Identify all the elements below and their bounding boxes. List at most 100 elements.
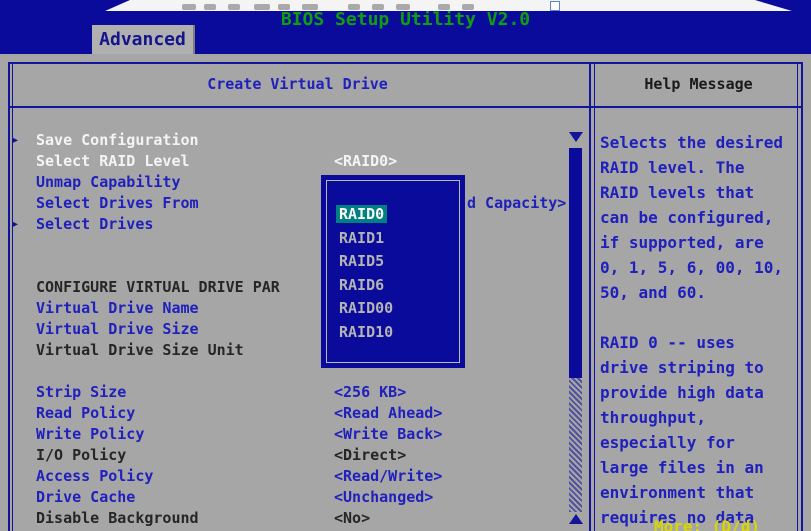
toolbar-button-icon[interactable] bbox=[182, 4, 196, 10]
menu-item-label: Select RAID Level bbox=[36, 151, 190, 172]
help-text-line: large files in an bbox=[600, 455, 800, 480]
menu-item-value: <Write Back> bbox=[334, 424, 442, 445]
help-text-line: if supported, are bbox=[600, 230, 800, 255]
menu-item-drive-cache[interactable]: Drive Cache <Unchanged> bbox=[0, 487, 566, 508]
toolbar-button-icon[interactable] bbox=[396, 4, 410, 10]
help-text-line: can be configured, bbox=[600, 205, 800, 230]
tab-advanced[interactable]: Advanced bbox=[92, 25, 195, 54]
raid-level-options: RAID0 RAID1 RAID5 RAID6 RAID00 RAID10 bbox=[339, 203, 393, 344]
raid-level-dropdown: RAID0 RAID1 RAID5 RAID6 RAID00 RAID10 bbox=[321, 175, 465, 368]
menu-item-virtual-drive-size-unit[interactable]: Virtual Drive Size Unit bbox=[0, 340, 566, 361]
toolbar-button-icon[interactable] bbox=[438, 4, 450, 10]
raid-option-raid10[interactable]: RAID10 bbox=[339, 321, 393, 345]
help-text-line: 0, 1, 5, 6, 00, 10, bbox=[600, 255, 800, 280]
raid-option-raid00[interactable]: RAID00 bbox=[339, 297, 393, 321]
help-text-line: RAID 0 -- uses bbox=[600, 330, 800, 355]
toolbar-button-icon[interactable] bbox=[348, 4, 360, 10]
menu-item-select-drives-from[interactable]: Select Drives From d Capacity> bbox=[0, 193, 566, 214]
menu-item-value: <RAID0> bbox=[334, 151, 397, 172]
menu-item-label: Select Drives bbox=[36, 214, 153, 235]
help-message-text: Selects the desiredRAID level. TheRAID l… bbox=[600, 130, 800, 530]
menu-item-virtual-drive-size[interactable]: Virtual Drive Size bbox=[0, 319, 566, 340]
menu-item-label: Select Drives From bbox=[36, 193, 199, 214]
menu-item-value: <No> bbox=[334, 508, 370, 529]
submenu-arrow-icon: ▶ bbox=[12, 214, 18, 235]
menu-item-label: Virtual Drive Size bbox=[36, 319, 199, 340]
menu-item-strip-size[interactable]: Strip Size <256 KB> bbox=[0, 382, 566, 403]
toolbar-button-icon[interactable] bbox=[254, 4, 270, 10]
menu-item-value-partial: d Capacity> bbox=[467, 193, 566, 214]
raid-option-label: RAID5 bbox=[339, 252, 384, 270]
submenu-arrow-icon: ▶ bbox=[12, 130, 18, 151]
toolbar-button-icon[interactable] bbox=[372, 4, 384, 10]
help-text-line: RAID levels that bbox=[600, 180, 800, 205]
menu-item-configure-virtual-drive-par[interactable]: CONFIGURE VIRTUAL DRIVE PAR bbox=[0, 277, 566, 298]
toolbar-button-icon[interactable] bbox=[278, 4, 290, 10]
raid-option-label: RAID1 bbox=[339, 229, 384, 247]
settings-menu: ▶ Save ConfigurationSelect RAID Level <RAI… bbox=[0, 130, 566, 529]
toolbar-button-icon[interactable] bbox=[228, 4, 240, 10]
scrollbar-down-arrow-icon[interactable] bbox=[569, 132, 583, 142]
menu-item-value: <Read/Write> bbox=[334, 466, 442, 487]
menu-item-label: Read Policy bbox=[36, 403, 135, 424]
menu-item-access-policy[interactable]: Access Policy <Read/Write> bbox=[0, 466, 566, 487]
scrollbar-thumb[interactable] bbox=[569, 148, 582, 378]
raid-option-raid0[interactable]: RAID0 bbox=[339, 203, 393, 227]
help-text-line: environment that bbox=[600, 480, 800, 505]
menu-spacer bbox=[0, 235, 566, 256]
menu-item-save-configuration[interactable]: ▶ Save Configuration bbox=[0, 130, 566, 151]
menu-item-label: Virtual Drive Name bbox=[36, 298, 199, 319]
help-text-line: provide high data bbox=[600, 380, 800, 405]
raid-option-raid1[interactable]: RAID1 bbox=[339, 227, 393, 251]
menu-item-select-raid-level[interactable]: Select RAID Level <RAID0> bbox=[0, 151, 566, 172]
menu-item-label: CONFIGURE VIRTUAL DRIVE PAR bbox=[36, 277, 280, 298]
toolbar-button-icon[interactable] bbox=[302, 4, 318, 10]
panel-header-separator bbox=[8, 106, 803, 108]
menu-item-select-drives[interactable]: ▶ Select Drives bbox=[0, 214, 566, 235]
toolbar-button-icon[interactable] bbox=[462, 4, 474, 10]
menu-item-label: Disable Background bbox=[36, 508, 199, 529]
toolbar-checkbox-icon[interactable] bbox=[550, 1, 560, 11]
viewer-toolbar bbox=[104, 0, 794, 11]
menu-item-label: Unmap Capability bbox=[36, 172, 181, 193]
toolbar-button-icon[interactable] bbox=[204, 4, 216, 10]
raid-option-label: RAID6 bbox=[339, 276, 384, 294]
menu-item-value: <Read Ahead> bbox=[334, 403, 442, 424]
help-text-line: RAID level. The bbox=[600, 155, 800, 180]
menu-item-virtual-drive-name[interactable]: Virtual Drive Name bbox=[0, 298, 566, 319]
help-text-line: Selects the desired bbox=[600, 130, 800, 155]
help-panel-title: Help Message bbox=[596, 62, 801, 106]
menu-item-disable-background[interactable]: Disable Background <No> bbox=[0, 508, 566, 529]
raid-option-label: RAID10 bbox=[339, 323, 393, 341]
help-text-line: drive striping to bbox=[600, 355, 800, 380]
menu-spacer bbox=[0, 256, 566, 277]
help-more-indicator: More: (D/d) bbox=[654, 517, 760, 531]
menu-item-read-policy[interactable]: Read Policy <Read Ahead> bbox=[0, 403, 566, 424]
menu-item-label: Write Policy bbox=[36, 424, 144, 445]
menu-item-label: Virtual Drive Size Unit bbox=[36, 340, 244, 361]
scrollbar-track[interactable] bbox=[569, 378, 582, 512]
menu-item-write-policy[interactable]: Write Policy <Write Back> bbox=[0, 424, 566, 445]
menu-item-label: Strip Size bbox=[36, 382, 126, 403]
raid-option-label: RAID0 bbox=[336, 205, 387, 223]
bios-screen: BIOS Setup Utility V2.0 Advanced Create … bbox=[0, 0, 811, 531]
menu-spacer bbox=[0, 361, 566, 382]
panel-divider bbox=[589, 62, 595, 531]
raid-option-raid6[interactable]: RAID6 bbox=[339, 274, 393, 298]
menu-item-label: I/O Policy bbox=[36, 445, 126, 466]
menu-item-unmap-capability[interactable]: Unmap Capability bbox=[0, 172, 566, 193]
help-blank-line bbox=[600, 305, 800, 330]
help-text-line: especially for bbox=[600, 430, 800, 455]
menu-item-i-o-policy[interactable]: I/O Policy <Direct> bbox=[0, 445, 566, 466]
menu-item-label: Access Policy bbox=[36, 466, 153, 487]
menu-item-label: Drive Cache bbox=[36, 487, 135, 508]
menu-item-value: <Unchanged> bbox=[334, 487, 433, 508]
menu-item-value: <256 KB> bbox=[334, 382, 406, 403]
help-text-line: throughput, bbox=[600, 405, 800, 430]
help-text-line: 50, and 60. bbox=[600, 280, 800, 305]
menu-item-label: Save Configuration bbox=[36, 130, 199, 151]
raid-option-label: RAID00 bbox=[339, 299, 393, 317]
menu-item-value: <Direct> bbox=[334, 445, 406, 466]
scrollbar-up-arrow-icon[interactable] bbox=[569, 514, 583, 524]
raid-option-raid5[interactable]: RAID5 bbox=[339, 250, 393, 274]
